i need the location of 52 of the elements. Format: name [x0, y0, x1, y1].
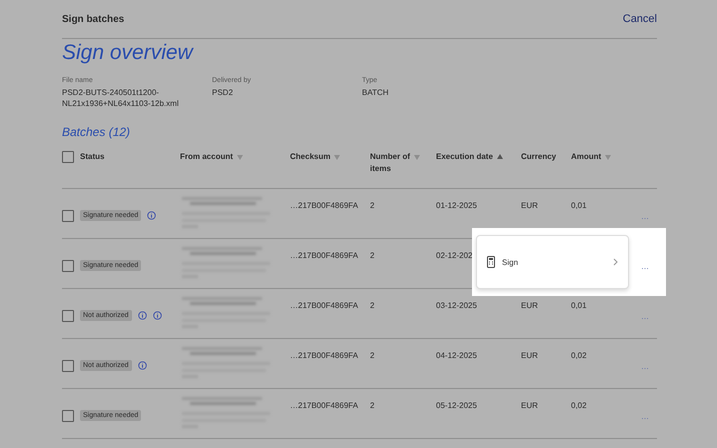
- table-cell: 0,01: [571, 301, 587, 310]
- table-cell: …217B00F4869FA: [290, 351, 358, 360]
- table-cell: 2: [370, 401, 374, 410]
- column-header: Currency: [521, 151, 556, 163]
- column-header[interactable]: Checksum: [290, 151, 330, 163]
- table-cell: 02-12-202: [436, 251, 472, 260]
- column-header[interactable]: From account: [180, 151, 233, 163]
- info-icon[interactable]: [147, 211, 156, 220]
- table-cell: EUR: [521, 201, 538, 210]
- table-cell: 2: [370, 301, 374, 310]
- table-cell: 04-12-2025: [436, 351, 477, 360]
- section-title: Batches (12): [62, 125, 132, 139]
- dialog-title: Sign batches: [62, 14, 124, 24]
- table-cell: 03-12-2025: [436, 301, 477, 310]
- table-cell: 0,02: [571, 351, 587, 360]
- table-cell: …217B00F4869FA: [290, 401, 358, 410]
- select-all-checkbox[interactable]: [62, 151, 74, 163]
- table-cell: 05-12-2025: [436, 401, 477, 410]
- info-icon[interactable]: [152, 311, 162, 320]
- table-cell: 0,02: [571, 401, 587, 410]
- field-value: PSD2: [212, 87, 234, 98]
- field-value: BATCH: [362, 87, 390, 98]
- table-cell: EUR: [521, 351, 538, 360]
- column-header: Status: [80, 151, 104, 163]
- table-cell: 2: [370, 201, 374, 210]
- phone-icon: [487, 256, 495, 268]
- table-cell: 2: [370, 251, 374, 260]
- sort-ascending-icon[interactable]: [496, 154, 503, 159]
- column-header[interactable]: Number of items: [370, 151, 410, 175]
- chevron-right-icon: [613, 258, 618, 266]
- row-checkbox[interactable]: [62, 360, 74, 372]
- table-cell: …217B00F4869FA: [290, 301, 358, 310]
- page-heading: Sign overview: [62, 41, 195, 65]
- table-cell: 01-12-2025: [436, 201, 477, 210]
- table-cell: EUR: [521, 301, 538, 310]
- row-checkbox[interactable]: [62, 260, 74, 272]
- info-icon[interactable]: [138, 361, 147, 370]
- table-cell: 2: [370, 351, 374, 360]
- column-header[interactable]: Execution date: [436, 151, 493, 163]
- more-button[interactable]: …: [641, 261, 649, 271]
- table-cell: 0,01: [571, 201, 587, 210]
- table-cell: …217B00F4869FA: [290, 201, 358, 210]
- row-checkbox[interactable]: [62, 410, 74, 422]
- field-value: PSD2-BUTS-240501t1200- NL21x1936+NL64x1103-12b.xml: [62, 87, 180, 109]
- row-checkbox[interactable]: [62, 310, 74, 322]
- cancel-link[interactable]: Cancel: [622, 13, 657, 25]
- table-cell: EUR: [521, 401, 538, 410]
- column-header[interactable]: Amount: [571, 151, 602, 163]
- row-checkbox[interactable]: [62, 210, 74, 222]
- menu-item[interactable]: Sign: [502, 258, 613, 266]
- info-icon[interactable]: [138, 311, 147, 320]
- table-cell: …217B00F4869FA: [290, 251, 358, 260]
